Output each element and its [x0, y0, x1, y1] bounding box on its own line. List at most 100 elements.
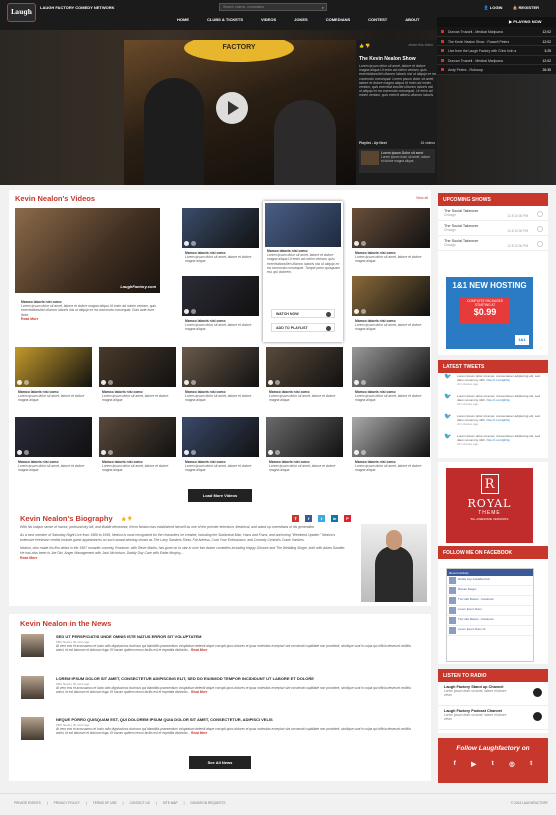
play-icon[interactable] — [101, 450, 106, 455]
nav-jokes[interactable]: JOKES — [285, 17, 317, 22]
add-icon[interactable] — [108, 380, 113, 385]
add-icon[interactable] — [191, 450, 196, 455]
tumblr-icon[interactable]: t — [530, 760, 532, 768]
play-icon[interactable] — [184, 450, 189, 455]
footer-link[interactable]: CONTACT US — [130, 801, 150, 805]
video-thumbnail[interactable] — [15, 347, 92, 387]
tweet-link[interactable]: http://t.co/sfgF9g — [487, 418, 510, 422]
see-all-news-button[interactable]: See All News — [189, 756, 251, 769]
video-thumbnail[interactable] — [352, 347, 430, 387]
play-icon[interactable] — [101, 380, 106, 385]
featured-read-more[interactable]: Read More — [21, 317, 38, 321]
radio-item[interactable]: Laugh Factory Stand up Channel Lorem ipsu… — [438, 682, 548, 706]
video-thumbnail[interactable] — [99, 347, 176, 387]
twitter-icon[interactable]: t — [318, 515, 325, 522]
site-logo[interactable]: Laugh — [7, 3, 36, 22]
play-icon[interactable] — [17, 380, 22, 385]
video-thumbnail[interactable] — [352, 276, 430, 316]
nav-home[interactable]: HOME — [168, 17, 198, 22]
video-thumbnail[interactable] — [15, 417, 92, 457]
add-icon[interactable] — [361, 450, 366, 455]
add-icon[interactable] — [191, 241, 196, 246]
video-thumbnail[interactable] — [182, 208, 259, 248]
nav-clubs-tickets[interactable]: CLUBS & TICKETS — [198, 17, 252, 22]
search-icon[interactable]: ⌕ — [322, 5, 324, 10]
chevron-right-icon[interactable] — [537, 241, 543, 247]
fb-feed-item[interactable]: Lorem Ipsum Dolor sit — [447, 626, 533, 636]
like-dislike-icons[interactable]: 👍 👎 — [359, 43, 370, 48]
video-thumbnail[interactable] — [182, 276, 259, 316]
play-icon[interactable] — [268, 380, 273, 385]
video-thumbnail[interactable] — [352, 208, 430, 248]
play-icon[interactable] — [216, 92, 248, 124]
youtube-icon[interactable]: ▶ — [471, 760, 476, 768]
login-link[interactable]: 👤 LOGIN — [484, 5, 503, 10]
footer-link[interactable]: TERMS OF USE — [93, 801, 117, 805]
playlist-row[interactable]: Duncan Trussell - Medical Marijuana 12:02 — [437, 56, 556, 65]
add-icon[interactable] — [24, 380, 29, 385]
facebook-icon[interactable]: f — [454, 760, 456, 768]
linkedin-icon[interactable]: in — [331, 515, 338, 522]
popup-thumbnail[interactable] — [265, 203, 341, 247]
radio-play-icon[interactable] — [533, 712, 542, 721]
footer-link[interactable]: PRIVACY POLICY — [54, 801, 80, 805]
play-icon[interactable] — [354, 241, 359, 246]
play-icon[interactable] — [17, 450, 22, 455]
add-icon[interactable] — [108, 450, 113, 455]
video-thumbnail[interactable] — [182, 417, 259, 457]
like-icon[interactable]: 👍 👎 — [121, 516, 132, 521]
news-read-more[interactable]: Read More — [191, 648, 207, 652]
add-icon[interactable] — [275, 380, 280, 385]
fb-feed-item[interactable]: Lorem Ipsum Dolor — [447, 606, 533, 616]
chevron-right-icon[interactable] — [537, 211, 543, 217]
radio-item[interactable]: Laugh Factory Podcast Channel Lorem ipsum… — [438, 706, 548, 730]
royal-theme-ad[interactable]: R ROYAL THEME 50+ AWESOME VERSIONS — [446, 468, 533, 543]
watch-now-button[interactable]: WATCH NOW — [271, 309, 335, 318]
news-title[interactable]: LOREM IPSUM DOLOR SIT AMET, CONSECTETUR … — [56, 676, 314, 681]
load-more-button[interactable]: Load More Videos — [188, 489, 252, 502]
play-icon[interactable] — [354, 450, 359, 455]
footer-link[interactable]: DONATION REQUESTS — [190, 801, 225, 805]
nav-comedians[interactable]: COMEDIANS — [317, 17, 359, 22]
news-title[interactable]: NEQUE PORRO QUISQUAM EST, QUI DOLOREM IP… — [56, 717, 273, 722]
playlist-row[interactable]: Live from the Laugh Factory with Chris I… — [437, 46, 556, 56]
fb-feed-item[interactable]: Roman Reigns — [447, 586, 533, 596]
video-thumbnail[interactable] — [266, 347, 343, 387]
add-icon[interactable] — [191, 380, 196, 385]
video-thumbnail[interactable] — [266, 417, 343, 457]
playlist-row[interactable]: Duncan Trussell - Medical Marijuana 12:02 — [437, 27, 556, 37]
add-icon[interactable] — [361, 241, 366, 246]
play-icon[interactable] — [268, 450, 273, 455]
fb-feed-item[interactable]: The Lillie Bottom - Facebook — [447, 596, 533, 606]
footer-link[interactable]: SITE MAP — [163, 801, 178, 805]
featured-video-thumbnail[interactable]: LaughFactory.com — [15, 208, 160, 293]
twitter-icon[interactable]: t — [492, 760, 494, 768]
add-icon[interactable] — [275, 450, 280, 455]
playlist-row[interactable]: Andy Peters - Robocop 26:35 — [437, 65, 556, 75]
tweet-link[interactable]: http://t.co/sfgF9g — [487, 438, 510, 442]
facebook-feed[interactable]: Recent Activity Mobile App Available Kic… — [446, 568, 534, 662]
playlist-row[interactable]: The Kevin Nealon Show - Russell Peters 12… — [437, 37, 556, 46]
add-icon[interactable] — [361, 380, 366, 385]
nav-about[interactable]: ABOUT — [396, 17, 428, 22]
show-item[interactable]: The Social Takeover Chicago 12.8 10:30 PM — [438, 206, 548, 221]
news-read-more[interactable]: Read More — [191, 690, 207, 694]
add-icon[interactable] — [24, 450, 29, 455]
playing-now-tab[interactable]: ▶ PLAYING NOW — [437, 17, 556, 27]
show-item[interactable]: The Social Takeover Chicago 12.8 10:30 PM — [438, 221, 548, 236]
video-thumbnail[interactable] — [352, 417, 430, 457]
instagram-icon[interactable]: ◎ — [509, 760, 515, 768]
play-icon[interactable] — [184, 241, 189, 246]
view-all-link[interactable]: View all — [416, 196, 428, 200]
nav-contest[interactable]: CONTEST — [359, 17, 396, 22]
add-icon[interactable] — [361, 309, 366, 314]
fb-feed-item[interactable]: The Lillie Bottom - Facebook — [447, 616, 533, 626]
tweet-link[interactable]: http://t.co/sfgF9g — [487, 378, 510, 382]
tweet-link[interactable]: http://t.co/sfgF9g — [487, 398, 510, 402]
share-link[interactable]: share this video — [408, 43, 433, 47]
footer-link[interactable]: PRIVATE EVENTS — [14, 801, 41, 805]
share-icon[interactable]: ⇪ — [292, 515, 299, 522]
radio-play-icon[interactable] — [533, 688, 542, 697]
nav-videos[interactable]: VIDEOS — [252, 17, 285, 22]
play-icon[interactable] — [184, 309, 189, 314]
